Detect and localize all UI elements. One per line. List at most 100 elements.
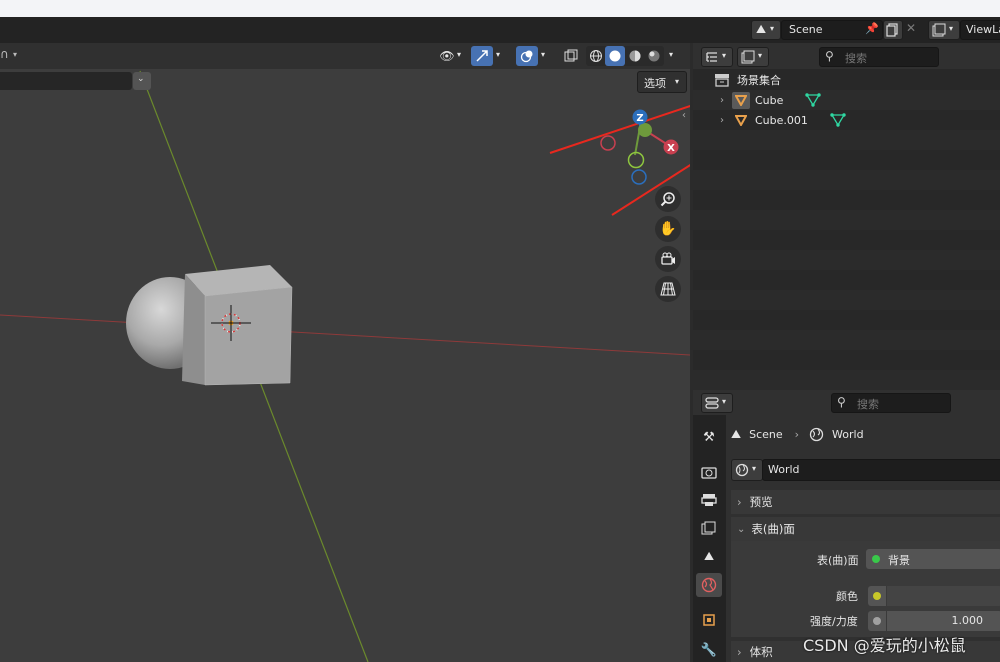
close-icon[interactable]: ✕	[906, 21, 916, 35]
empty-row	[693, 370, 1000, 386]
cube-front-face	[204, 286, 293, 386]
y-handle	[638, 123, 652, 137]
chevron-right-icon: ›	[794, 427, 800, 441]
rendered-sphere-icon	[648, 50, 659, 62]
perspective-toggle-button[interactable]	[655, 276, 681, 302]
tools-icon: ⚒	[703, 429, 715, 445]
chevron-down-icon: ▾	[457, 50, 462, 59]
outliner-search-input[interactable]: ⚲ 搜索	[819, 47, 939, 67]
watermark-text: CSDN @爱玩的小松鼠	[803, 636, 966, 655]
wrench-icon: 🔧	[700, 642, 718, 658]
chevron-down-icon: ▾	[949, 24, 954, 33]
tab-object[interactable]	[696, 608, 722, 632]
view-layer-text: ViewLa	[966, 23, 1000, 36]
view-layer-selector-button[interactable]: ▾	[928, 20, 960, 40]
world-name-field[interactable]: World	[762, 459, 1000, 481]
chevron-down-icon[interactable]: ▾	[669, 50, 673, 59]
mesh-data-icon[interactable]	[830, 112, 846, 128]
chevron-down-icon: ▾	[541, 50, 546, 59]
shading-mode-group	[586, 46, 664, 66]
breadcrumb: ⛰ Scene › World	[731, 425, 864, 443]
expand-arrow-icon[interactable]: ›	[720, 115, 724, 126]
new-scene-button[interactable]	[883, 20, 903, 40]
outliner-item[interactable]: › Cube.001	[693, 110, 1000, 130]
workspace-header: ⛰ ▾ Scene 📌 ✕ ▾ ViewLa	[0, 17, 1000, 43]
navigation-gizmo[interactable]: Z X	[595, 105, 685, 185]
z-axis-label: Z	[636, 113, 643, 124]
mesh-data-icon[interactable]	[805, 92, 822, 108]
color-swatch[interactable]	[887, 586, 1000, 606]
xray-toggle-button[interactable]	[560, 46, 582, 66]
color-field-label: 颜色	[836, 590, 858, 603]
rendered-shading-button[interactable]	[644, 46, 663, 66]
wireframe-shading-button[interactable]	[586, 46, 605, 66]
chevron-down-icon: ▾	[722, 397, 727, 406]
gizmo-toggle-button[interactable]	[471, 46, 493, 66]
strength-input[interactable]: 1.000	[887, 611, 1000, 631]
world-name-text: World	[768, 463, 800, 476]
chevron-down-icon: ⌄	[737, 523, 746, 535]
material-shading-button[interactable]	[625, 46, 644, 66]
breadcrumb-world[interactable]: World	[832, 428, 864, 441]
color-socket-dot	[873, 592, 881, 600]
empty-row	[693, 130, 1000, 150]
display-mode-dropdown[interactable]: ▾	[737, 47, 769, 67]
scene-selector-button[interactable]: ⛰ ▾	[751, 20, 781, 40]
options-dropdown[interactable]: 选项 ▾	[637, 71, 687, 93]
search-icon: ⚲	[837, 395, 846, 409]
camera-view-button[interactable]	[655, 246, 681, 272]
filter-dropdown-button[interactable]: ⌄	[133, 72, 151, 90]
scene-icon: ⛰	[703, 548, 715, 563]
properties-search-input[interactable]: ⚲ 搜索	[831, 393, 951, 413]
solid-sphere-icon	[609, 50, 621, 62]
gizmo-icon	[476, 50, 488, 62]
tab-view-layer[interactable]	[696, 516, 722, 540]
surface-shader-selector[interactable]: 背景	[866, 549, 1000, 569]
preview-section-title: 预览	[749, 495, 773, 509]
scene-collection-row[interactable]: 场景集合	[693, 70, 1000, 90]
outliner-item[interactable]: › Cube	[693, 90, 1000, 110]
tab-tool[interactable]: ⚒	[696, 425, 722, 449]
chevron-down-icon: ▾	[752, 464, 757, 473]
chevron-down-icon: ▾	[770, 24, 775, 33]
zoom-icon	[660, 192, 675, 207]
world-browse-button[interactable]: ▾	[731, 459, 763, 481]
object-name: Cube.001	[755, 113, 808, 127]
viewport-search-field[interactable]	[0, 72, 132, 90]
3d-viewport[interactable]	[0, 43, 690, 662]
tab-modifiers[interactable]: 🔧	[696, 638, 722, 662]
empty-row	[693, 250, 1000, 270]
tab-scene[interactable]: ⛰	[696, 544, 722, 568]
preview-section-header[interactable]: › 预览	[731, 490, 1000, 514]
empty-row	[693, 170, 1000, 190]
grid-perspective-icon	[660, 282, 676, 296]
view-layer-field[interactable]: ViewLa	[960, 20, 1000, 40]
overlays-toggle-button[interactable]	[516, 46, 538, 66]
chevron-down-icon: ▾	[675, 77, 680, 86]
editor-type-dropdown[interactable]: ▾	[701, 393, 733, 413]
pan-button[interactable]: ✋	[655, 216, 681, 242]
world-icon	[735, 463, 749, 477]
pin-icon[interactable]: 📌	[865, 22, 879, 35]
surface-section-header[interactable]: ⌄ 表(曲)面	[731, 517, 1000, 541]
tab-world[interactable]	[696, 573, 722, 597]
zoom-button[interactable]	[655, 186, 681, 212]
visibility-dropdown-button[interactable]: 👁	[436, 46, 458, 66]
shader-socket-dot	[872, 555, 880, 563]
tab-render[interactable]	[696, 460, 722, 484]
surface-field-label: 表(曲)面	[817, 554, 859, 567]
color-socket-button[interactable]	[868, 586, 886, 606]
solid-shading-button[interactable]	[605, 46, 625, 66]
strength-socket-button[interactable]	[868, 611, 886, 631]
editor-type-dropdown[interactable]: ▾	[701, 47, 733, 67]
curve-icon[interactable]: ∩	[0, 47, 9, 61]
camera-icon	[661, 252, 675, 265]
chevron-down-icon: ▾	[496, 50, 501, 59]
render-camera-icon	[701, 467, 717, 479]
tab-output[interactable]	[696, 488, 722, 512]
expand-arrow-icon[interactable]: ›	[720, 95, 724, 106]
breadcrumb-scene[interactable]: Scene	[749, 428, 783, 441]
scene-name-field[interactable]: Scene 📌	[781, 20, 883, 40]
outliner-search-placeholder: 搜索	[845, 52, 867, 65]
x-axis-label: X	[667, 143, 675, 154]
